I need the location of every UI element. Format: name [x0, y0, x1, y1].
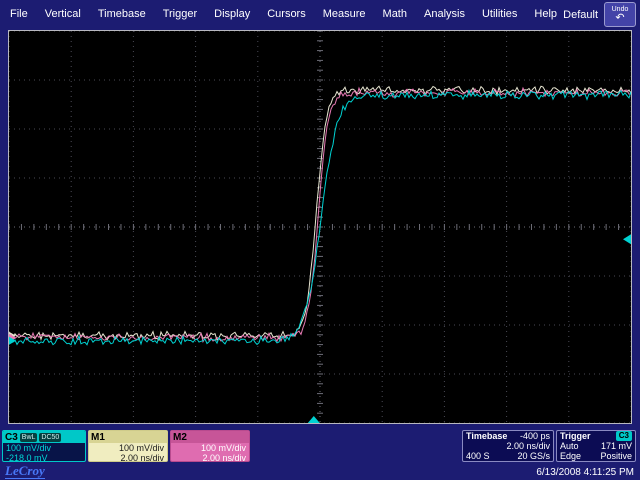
trigger-slope: Positive: [600, 451, 632, 461]
menu-bar: File Vertical Timebase Trigger Display C…: [0, 0, 640, 28]
timebase-descriptor[interactable]: Timebase -400 ps 2.00 ns/div 400 S 20 GS…: [462, 430, 554, 462]
m1-time-per-div: 2.00 ns/div: [89, 453, 167, 462]
menu-item-vertical[interactable]: Vertical: [45, 8, 81, 20]
c3-volts-per-div: 100 mV/div: [3, 443, 85, 453]
channel-descriptor-c3[interactable]: C3 BwL DC50 100 mV/div -218.0 mV: [2, 430, 86, 462]
menu-item-math[interactable]: Math: [383, 8, 407, 20]
m1-label: M1: [91, 432, 105, 443]
menu-item-file[interactable]: File: [10, 8, 28, 20]
trigger-type: Edge: [560, 451, 581, 461]
menu-item-display[interactable]: Display: [214, 8, 250, 20]
timebase-position: -400 ps: [520, 431, 550, 441]
waveform-display: [8, 30, 632, 424]
undo-arrow-icon: ↶: [615, 13, 624, 23]
c3-offset: -218.0 mV: [3, 453, 85, 462]
memory-descriptor-m2[interactable]: M2 100 mV/div 2.00 ns/div: [170, 430, 250, 462]
m1-volts-per-div: 100 mV/div: [89, 443, 167, 453]
trigger-title: Trigger: [560, 431, 591, 441]
datetime-stamp: 6/13/2008 4:11:25 PM: [536, 467, 634, 478]
c3-label: C3: [5, 432, 18, 443]
undo-button[interactable]: Undo ↶: [604, 2, 636, 27]
menu-item-cursors[interactable]: Cursors: [267, 8, 306, 20]
trigger-descriptor[interactable]: Trigger C3 Auto 171 mV Edge Positive: [556, 430, 636, 462]
trigger-source-badge: C3: [616, 431, 632, 441]
c3-coupling-badge: DC50: [39, 433, 61, 442]
menu-item-analysis[interactable]: Analysis: [424, 8, 465, 20]
timebase-title: Timebase: [466, 431, 507, 441]
trigger-mode: Auto: [560, 441, 579, 451]
timebase-samples: 400 S: [466, 451, 490, 461]
m2-volts-per-div: 100 mV/div: [171, 443, 249, 453]
timebase-scale: 2.00 ns/div: [506, 441, 550, 451]
m2-time-per-div: 2.00 ns/div: [171, 453, 249, 462]
menu-item-measure[interactable]: Measure: [323, 8, 366, 20]
timebase-sample-rate: 20 GS/s: [517, 451, 550, 461]
menu-item-help[interactable]: Help: [534, 8, 557, 20]
scope-graticule-and-traces: [9, 31, 631, 423]
trigger-level: 171 mV: [601, 441, 632, 451]
setup-default-label: Default: [563, 9, 598, 21]
memory-descriptor-m1[interactable]: M1 100 mV/div 2.00 ns/div: [88, 430, 168, 462]
c3-bandwidth-limit-badge: BwL: [20, 433, 38, 442]
menu-item-utilities[interactable]: Utilities: [482, 8, 517, 20]
lecroy-logo: LeCroy: [5, 464, 45, 479]
m2-label: M2: [173, 432, 187, 443]
menu-item-timebase[interactable]: Timebase: [98, 8, 146, 20]
menu-item-trigger[interactable]: Trigger: [163, 8, 197, 20]
